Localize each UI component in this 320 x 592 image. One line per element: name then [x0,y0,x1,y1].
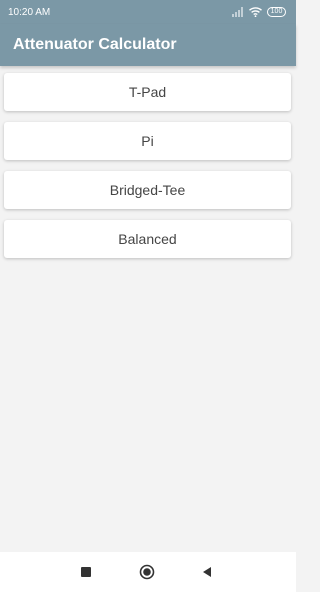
battery-level: 100 [270,8,283,15]
menu-list: T-Pad Pi Bridged-Tee Balanced [0,66,296,552]
navigation-bar [0,552,296,592]
app-title: Attenuator Calculator [13,36,177,53]
t-pad-button-label: T-Pad [128,84,167,100]
bridged-tee-button-label: Bridged-Tee [109,182,186,198]
pi-button[interactable]: Pi [4,122,291,160]
home-icon[interactable] [139,564,155,580]
wifi-icon [249,7,262,17]
bridged-tee-button[interactable]: Bridged-Tee [4,171,291,209]
status-bar: 10:20 AM 100 [0,0,296,24]
battery-icon: 100 [267,7,286,17]
signal-icon [232,7,244,17]
t-pad-button[interactable]: T-Pad [4,73,291,111]
back-icon[interactable] [199,564,215,580]
balanced-button-label: Balanced [118,231,177,247]
recent-apps-icon[interactable] [78,564,94,580]
balanced-button[interactable]: Balanced [4,220,291,258]
status-time: 10:20 AM [8,6,51,18]
app-bar: Attenuator Calculator [0,24,296,66]
pi-button-label: Pi [141,133,154,149]
status-icons: 100 [232,7,286,17]
